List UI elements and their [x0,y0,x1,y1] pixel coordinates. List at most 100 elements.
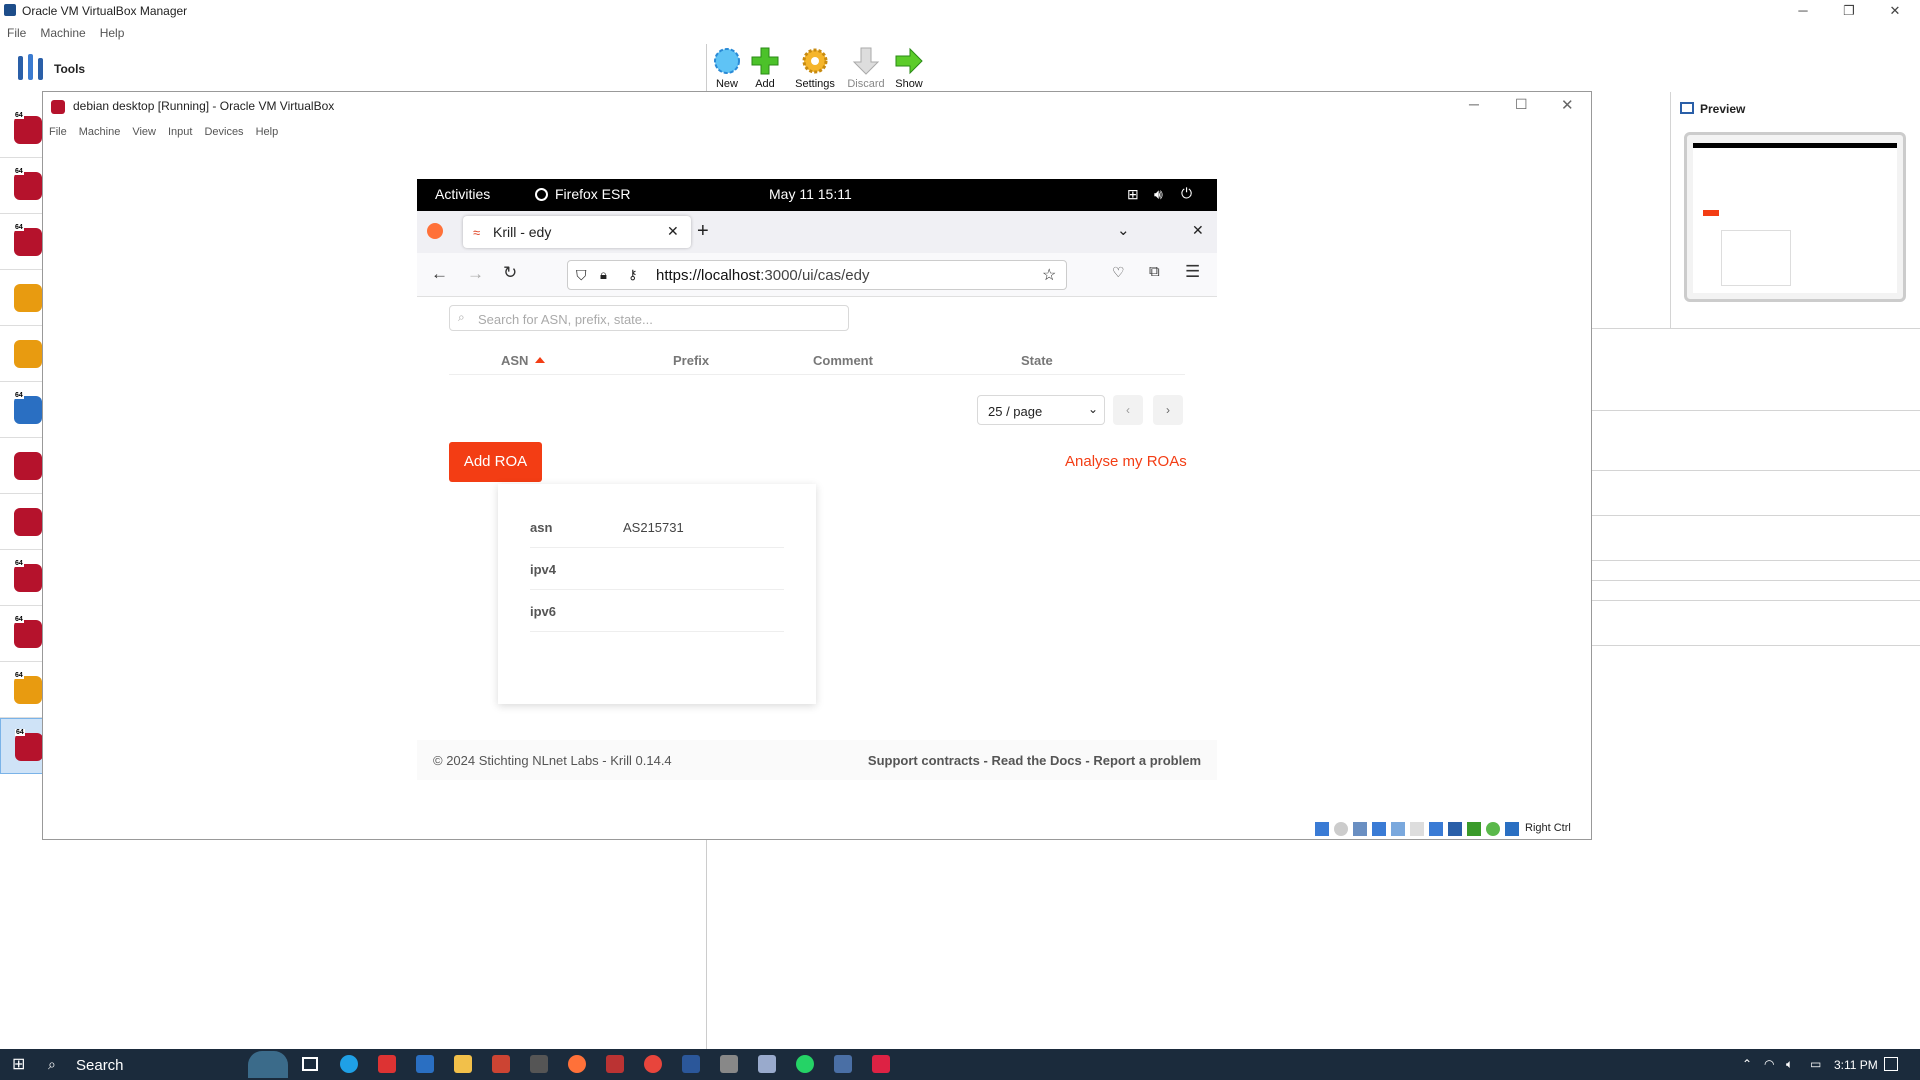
volume-icon[interactable]: 🔊︎ [1154,186,1163,203]
activities-button[interactable]: Activities [435,186,490,202]
taskbar-search[interactable]: Search [76,1057,124,1074]
clock[interactable]: May 11 15:11 [769,186,852,202]
app-icon[interactable] [720,1055,738,1073]
vm-item-selected[interactable]: 64 [0,718,43,774]
start-icon[interactable]: ⊞ [12,1057,28,1073]
vm-item[interactable] [0,270,43,326]
extensions-icon[interactable]: ⧉ [1149,263,1160,280]
menu-help[interactable]: Help [93,22,132,44]
vm-menu-devices[interactable]: Devices [198,122,249,142]
vm-item[interactable]: 64 [0,662,43,718]
weather-widget-icon[interactable] [248,1051,288,1078]
vm-menu-help[interactable]: Help [250,122,285,142]
notifications-icon[interactable] [1884,1057,1898,1071]
menu-machine[interactable]: Machine [33,22,92,44]
new-tab-button[interactable]: + [697,220,709,243]
app-icon[interactable] [834,1055,852,1073]
usb-icon[interactable] [1391,822,1405,836]
new-button[interactable]: New [706,44,748,94]
storage-icon[interactable] [1315,822,1329,836]
page-size-select[interactable]: 25 / page ⌄ [977,395,1105,425]
keyboard-icon[interactable] [1505,822,1519,836]
menu-icon[interactable]: ☰ [1185,262,1200,282]
search-input[interactable]: ⌕ Search for ASN, prefix, state... [449,305,849,331]
read-the-docs-link[interactable]: Read the Docs [991,753,1081,768]
mouse-integration-icon[interactable] [1486,822,1500,836]
vm-menu-machine[interactable]: Machine [73,122,127,142]
wifi-icon[interactable]: ◠ [1764,1057,1774,1071]
analyse-roas-link[interactable]: Analyse my ROAs [1065,453,1187,470]
prev-page-button[interactable]: ‹ [1113,395,1143,425]
volume-muted-icon[interactable]: 🔈︎ [1786,1057,1793,1072]
vm-item[interactable]: 64 [0,158,43,214]
add-button[interactable]: Add [744,44,786,94]
column-state[interactable]: State [1021,353,1053,368]
network-icon[interactable] [1372,822,1386,836]
vm-close-button[interactable]: ✕ [1561,96,1574,114]
next-page-button[interactable]: › [1153,395,1183,425]
power-icon[interactable]: ⏻ [1181,185,1192,202]
taskbar-clock[interactable]: 3:11 PM [1834,1058,1878,1072]
vm-maximize-button[interactable]: ☐ [1515,96,1528,113]
vm-item[interactable] [0,494,43,550]
tray-chevron-icon[interactable]: ⌃ [1742,1057,1752,1071]
vm-item[interactable]: 64 [0,382,43,438]
app-icon[interactable] [530,1055,548,1073]
list-all-tabs-icon[interactable]: ⌄ [1117,221,1130,239]
firefox-taskbar-icon[interactable] [568,1055,586,1073]
virtualbox-taskbar-icon[interactable] [416,1055,434,1073]
firefox-view-icon[interactable] [427,223,443,239]
battery-icon[interactable]: ▭ [1810,1057,1821,1071]
add-roa-button[interactable]: Add ROA [449,442,542,482]
bookmark-star-icon[interactable]: ☆ [1042,265,1056,285]
vm-item[interactable]: 64 [0,606,43,662]
audio-icon[interactable] [1353,822,1367,836]
tracking-shield-icon[interactable]: ⛉ [576,267,587,284]
notepad-icon[interactable] [758,1055,776,1073]
whatsapp-icon[interactable] [796,1055,814,1073]
word-icon[interactable] [682,1055,700,1073]
app-icon[interactable] [492,1055,510,1073]
tab-close-icon[interactable]: ✕ [667,223,679,240]
column-comment[interactable]: Comment [813,353,873,368]
url-bar[interactable]: ⛉ 🔒︎ ⚷ https://localhost:3000/ui/cas/edy… [567,260,1067,290]
key-icon[interactable]: ⚷ [628,267,638,283]
optical-icon[interactable] [1334,822,1348,836]
settings-button[interactable]: Settings [794,44,836,94]
support-contracts-link[interactable]: Support contracts [868,753,980,768]
sort-asc-icon[interactable] [535,357,545,363]
forward-icon[interactable]: → [467,264,484,284]
vm-item[interactable]: 64 [0,214,43,270]
file-explorer-icon[interactable] [454,1055,472,1073]
app-icon[interactable] [606,1055,624,1073]
vm-item[interactable]: 64 [0,550,43,606]
column-prefix[interactable]: Prefix [673,353,709,368]
shared-folders-icon[interactable] [1410,822,1424,836]
cpu-icon[interactable] [1467,822,1481,836]
chrome-icon[interactable] [644,1055,662,1073]
debian-taskbar-icon[interactable] [872,1055,890,1073]
display-icon[interactable] [1429,822,1443,836]
restore-button[interactable]: ❐ [1826,0,1872,22]
vm-item[interactable] [0,326,43,382]
vm-item[interactable]: 64 [0,102,43,158]
vm-menu-file[interactable]: File [43,122,73,142]
reload-icon[interactable]: ↻ [503,263,517,283]
pocket-icon[interactable]: ♡ [1112,264,1125,281]
discard-button[interactable]: Discard [845,44,887,94]
menu-file[interactable]: File [0,22,33,44]
recording-icon[interactable] [1448,822,1462,836]
edge-icon[interactable] [340,1055,358,1073]
vm-minimize-button[interactable]: ─ [1469,96,1479,112]
vm-menu-input[interactable]: Input [162,122,198,142]
network-icon[interactable]: ⊞ [1127,186,1139,203]
close-button[interactable]: ✕ [1872,0,1918,22]
back-icon[interactable]: ← [431,264,448,284]
app-icon[interactable] [378,1055,396,1073]
task-view-icon[interactable] [302,1057,318,1071]
vm-menu-view[interactable]: View [126,122,162,142]
show-button[interactable]: Show [888,44,930,94]
lock-icon[interactable]: 🔒︎ [600,267,607,283]
minimize-button[interactable]: ─ [1780,0,1826,22]
column-asn[interactable]: ASN [501,353,528,368]
